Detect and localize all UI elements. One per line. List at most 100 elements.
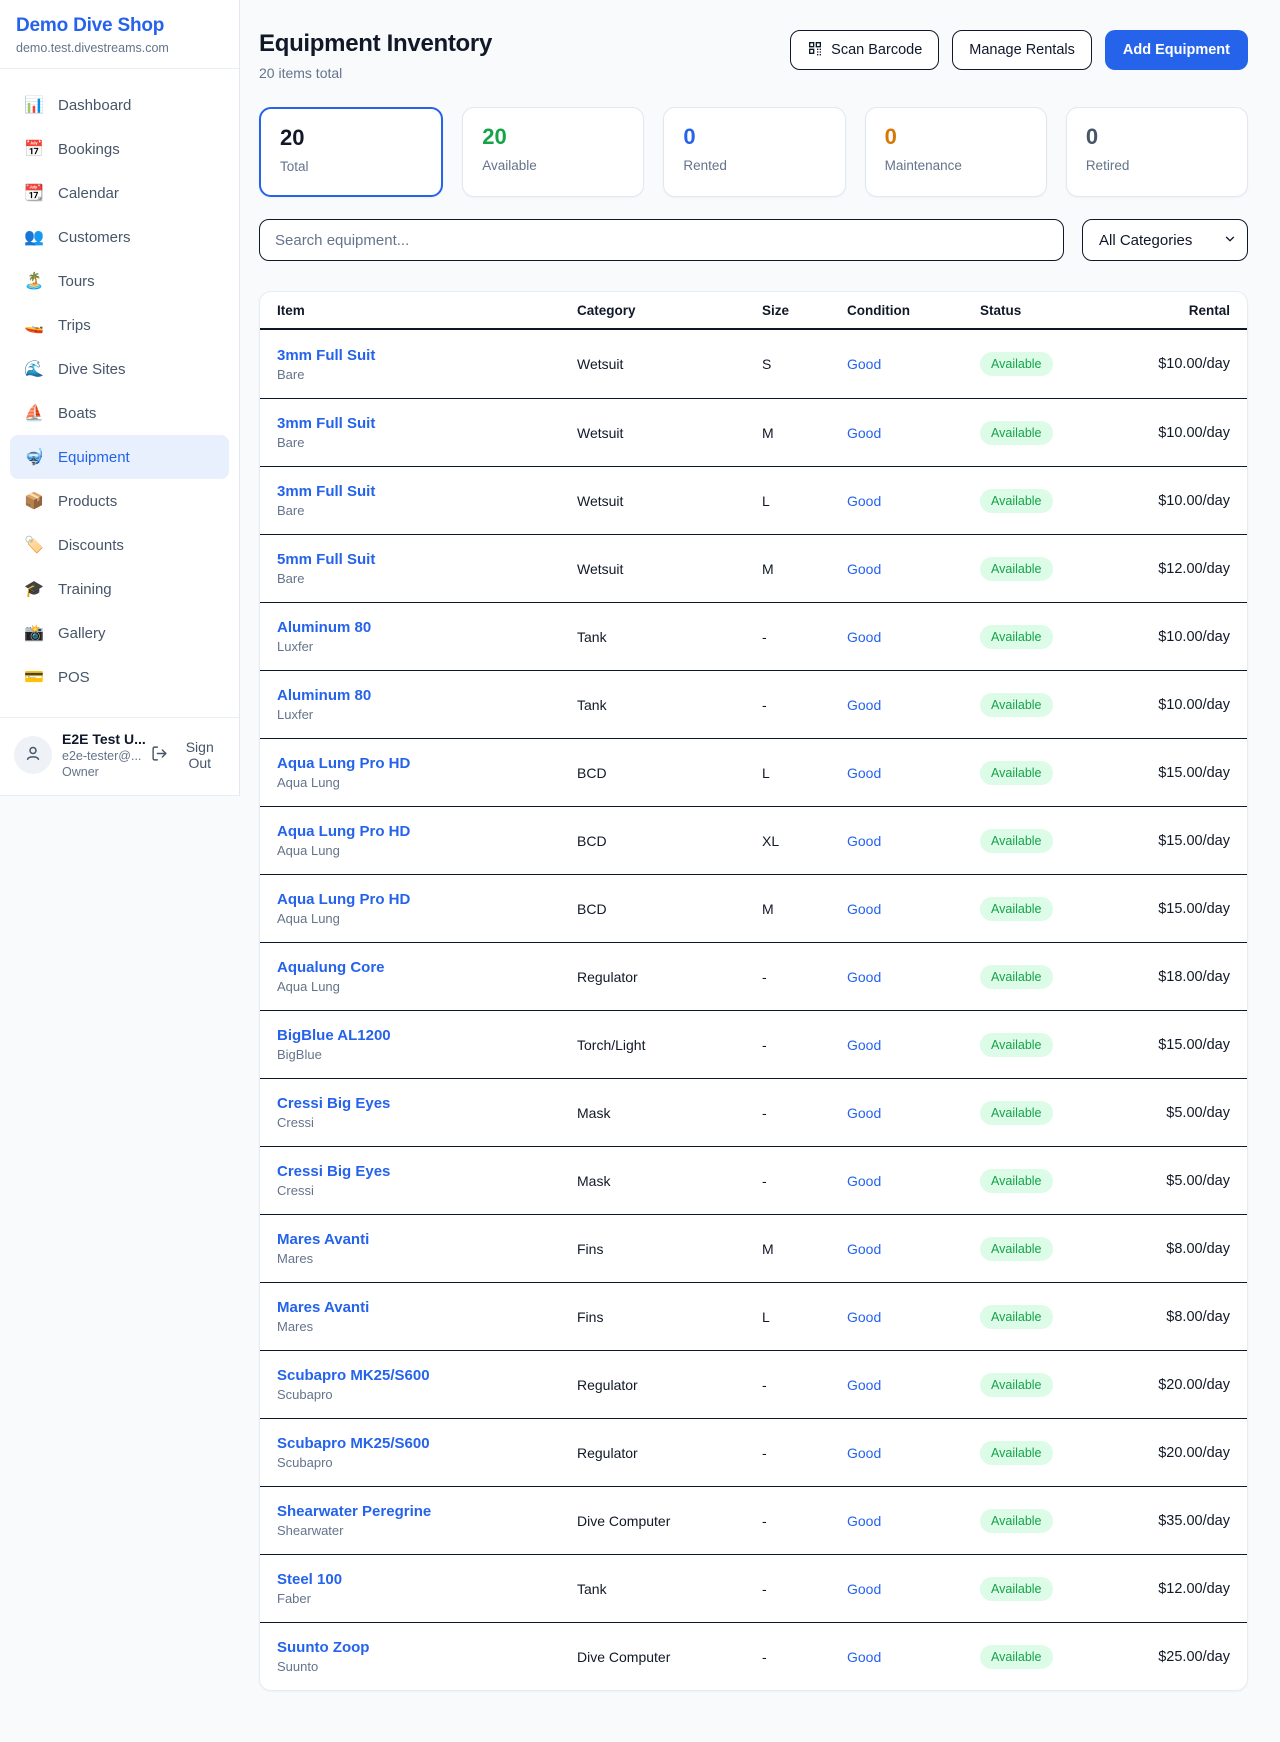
item-name-link[interactable]: 3mm Full Suit — [277, 415, 577, 432]
sidebar-item-equipment[interactable]: 🤿 Equipment — [10, 435, 229, 479]
item-name-link[interactable]: Aqua Lung Pro HD — [277, 755, 577, 772]
item-condition-link[interactable]: Good — [847, 493, 980, 509]
people-icon: 👥 — [23, 227, 45, 247]
item-category: BCD — [577, 765, 762, 781]
item-condition-link[interactable]: Good — [847, 969, 980, 985]
item-category: Wetsuit — [577, 425, 762, 441]
item-category: Fins — [577, 1309, 762, 1325]
sidebar-item-training[interactable]: 🎓 Training — [10, 567, 229, 611]
item-condition-link[interactable]: Good — [847, 697, 980, 713]
sidebar-item-pos[interactable]: 💳 POS — [10, 655, 229, 699]
item-name-link[interactable]: Scubapro MK25/S600 — [277, 1367, 577, 1384]
item-rental-rate: $8.00/day — [1150, 1309, 1230, 1325]
item-name-link[interactable]: Aqua Lung Pro HD — [277, 823, 577, 840]
sidebar-item-bookings[interactable]: 📅 Bookings — [10, 127, 229, 171]
column-header-item: Item — [277, 303, 577, 318]
item-brand: Aqua Lung — [277, 911, 577, 926]
item-condition-link[interactable]: Good — [847, 1445, 980, 1461]
stat-card-maintenance[interactable]: 0 Maintenance — [865, 107, 1047, 197]
item-name-link[interactable]: Suunto Zoop — [277, 1639, 577, 1656]
item-condition-link[interactable]: Good — [847, 1581, 980, 1597]
search-input[interactable] — [259, 219, 1064, 261]
sidebar-item-dashboard[interactable]: 📊 Dashboard — [10, 83, 229, 127]
item-name-link[interactable]: Aluminum 80 — [277, 687, 577, 704]
item-condition-link[interactable]: Good — [847, 1513, 980, 1529]
item-name-link[interactable]: Mares Avanti — [277, 1231, 577, 1248]
stat-card-rented[interactable]: 0 Rented — [663, 107, 845, 197]
item-name-link[interactable]: Aqua Lung Pro HD — [277, 891, 577, 908]
category-select[interactable]: All Categories — [1082, 219, 1248, 261]
table-row: Suunto Zoop Suunto Dive Computer - Good … — [260, 1622, 1247, 1690]
item-condition-link[interactable]: Good — [847, 425, 980, 441]
manage-rentals-button[interactable]: Manage Rentals — [952, 30, 1092, 70]
item-condition-link[interactable]: Good — [847, 356, 980, 372]
item-name-link[interactable]: 3mm Full Suit — [277, 347, 577, 364]
item-name-link[interactable]: Steel 100 — [277, 1571, 577, 1588]
item-condition-link[interactable]: Good — [847, 1241, 980, 1257]
sidebar-item-dive-sites[interactable]: 🌊 Dive Sites — [10, 347, 229, 391]
scan-barcode-button[interactable]: Scan Barcode — [790, 30, 939, 70]
page-header-text: Equipment Inventory 20 items total — [259, 30, 492, 81]
item-name-link[interactable]: Aqualung Core — [277, 959, 577, 976]
item-condition-link[interactable]: Good — [847, 629, 980, 645]
item-condition-link[interactable]: Good — [847, 561, 980, 577]
stat-card-retired[interactable]: 0 Retired — [1066, 107, 1248, 197]
equipment-table: Item Category Size Condition Status Rent… — [259, 291, 1248, 1691]
item-name-link[interactable]: Cressi Big Eyes — [277, 1163, 577, 1180]
item-condition-link[interactable]: Good — [847, 765, 980, 781]
item-name-link[interactable]: Scubapro MK25/S600 — [277, 1435, 577, 1452]
stat-value: 0 — [683, 124, 825, 150]
table-row: Scubapro MK25/S600 Scubapro Regulator - … — [260, 1350, 1247, 1418]
sidebar-item-products[interactable]: 📦 Products — [10, 479, 229, 523]
sidebar-item-discounts[interactable]: 🏷️ Discounts — [10, 523, 229, 567]
sign-out-button[interactable]: Sign Out — [151, 739, 227, 771]
item-condition-link[interactable]: Good — [847, 833, 980, 849]
status-badge: Available — [980, 1305, 1053, 1329]
scan-barcode-label: Scan Barcode — [831, 42, 922, 58]
package-icon: 📦 — [23, 491, 45, 511]
item-name-link[interactable]: 3mm Full Suit — [277, 483, 577, 500]
table-row: Aqualung Core Aqua Lung Regulator - Good… — [260, 942, 1247, 1010]
sidebar-item-gallery[interactable]: 📸 Gallery — [10, 611, 229, 655]
item-brand: Suunto — [277, 1659, 577, 1674]
item-name-link[interactable]: Shearwater Peregrine — [277, 1503, 577, 1520]
item-condition-link[interactable]: Good — [847, 1105, 980, 1121]
item-condition-link[interactable]: Good — [847, 1309, 980, 1325]
add-equipment-button[interactable]: Add Equipment — [1105, 30, 1248, 70]
item-condition-link[interactable]: Good — [847, 901, 980, 917]
item-rental-rate: $10.00/day — [1150, 356, 1230, 372]
sign-out-label: Sign Out — [174, 739, 225, 771]
tag-icon: 🏷️ — [23, 535, 45, 555]
table-row: 3mm Full Suit Bare Wetsuit M Good Availa… — [260, 398, 1247, 466]
stat-card-available[interactable]: 20 Available — [462, 107, 644, 197]
item-condition-link[interactable]: Good — [847, 1377, 980, 1393]
item-condition-link[interactable]: Good — [847, 1173, 980, 1189]
page-title: Equipment Inventory — [259, 30, 492, 58]
column-header-condition: Condition — [847, 303, 980, 318]
stat-label: Total — [280, 159, 422, 174]
status-badge: Available — [980, 1033, 1053, 1057]
sidebar-item-tours[interactable]: 🏝️ Tours — [10, 259, 229, 303]
stat-value: 20 — [482, 124, 624, 150]
item-size: - — [762, 1581, 847, 1597]
sidebar-item-trips[interactable]: 🚤 Trips — [10, 303, 229, 347]
item-name-link[interactable]: Cressi Big Eyes — [277, 1095, 577, 1112]
item-category: Mask — [577, 1105, 762, 1121]
item-name-link[interactable]: 5mm Full Suit — [277, 551, 577, 568]
item-category: Mask — [577, 1173, 762, 1189]
item-condition-link[interactable]: Good — [847, 1037, 980, 1053]
stat-card-total[interactable]: 20 Total — [259, 107, 443, 197]
sidebar-item-boats[interactable]: ⛵ Boats — [10, 391, 229, 435]
item-size: - — [762, 1377, 847, 1393]
item-category: Dive Computer — [577, 1513, 762, 1529]
item-name-link[interactable]: Mares Avanti — [277, 1299, 577, 1316]
item-name-link[interactable]: Aluminum 80 — [277, 619, 577, 636]
sidebar-item-calendar[interactable]: 📆 Calendar — [10, 171, 229, 215]
item-name-link[interactable]: BigBlue AL1200 — [277, 1027, 577, 1044]
item-size: - — [762, 1649, 847, 1665]
item-condition-link[interactable]: Good — [847, 1649, 980, 1665]
sidebar-item-customers[interactable]: 👥 Customers — [10, 215, 229, 259]
item-brand: Bare — [277, 571, 577, 586]
user-email: e2e-tester@... — [62, 749, 141, 763]
status-badge: Available — [980, 1169, 1053, 1193]
